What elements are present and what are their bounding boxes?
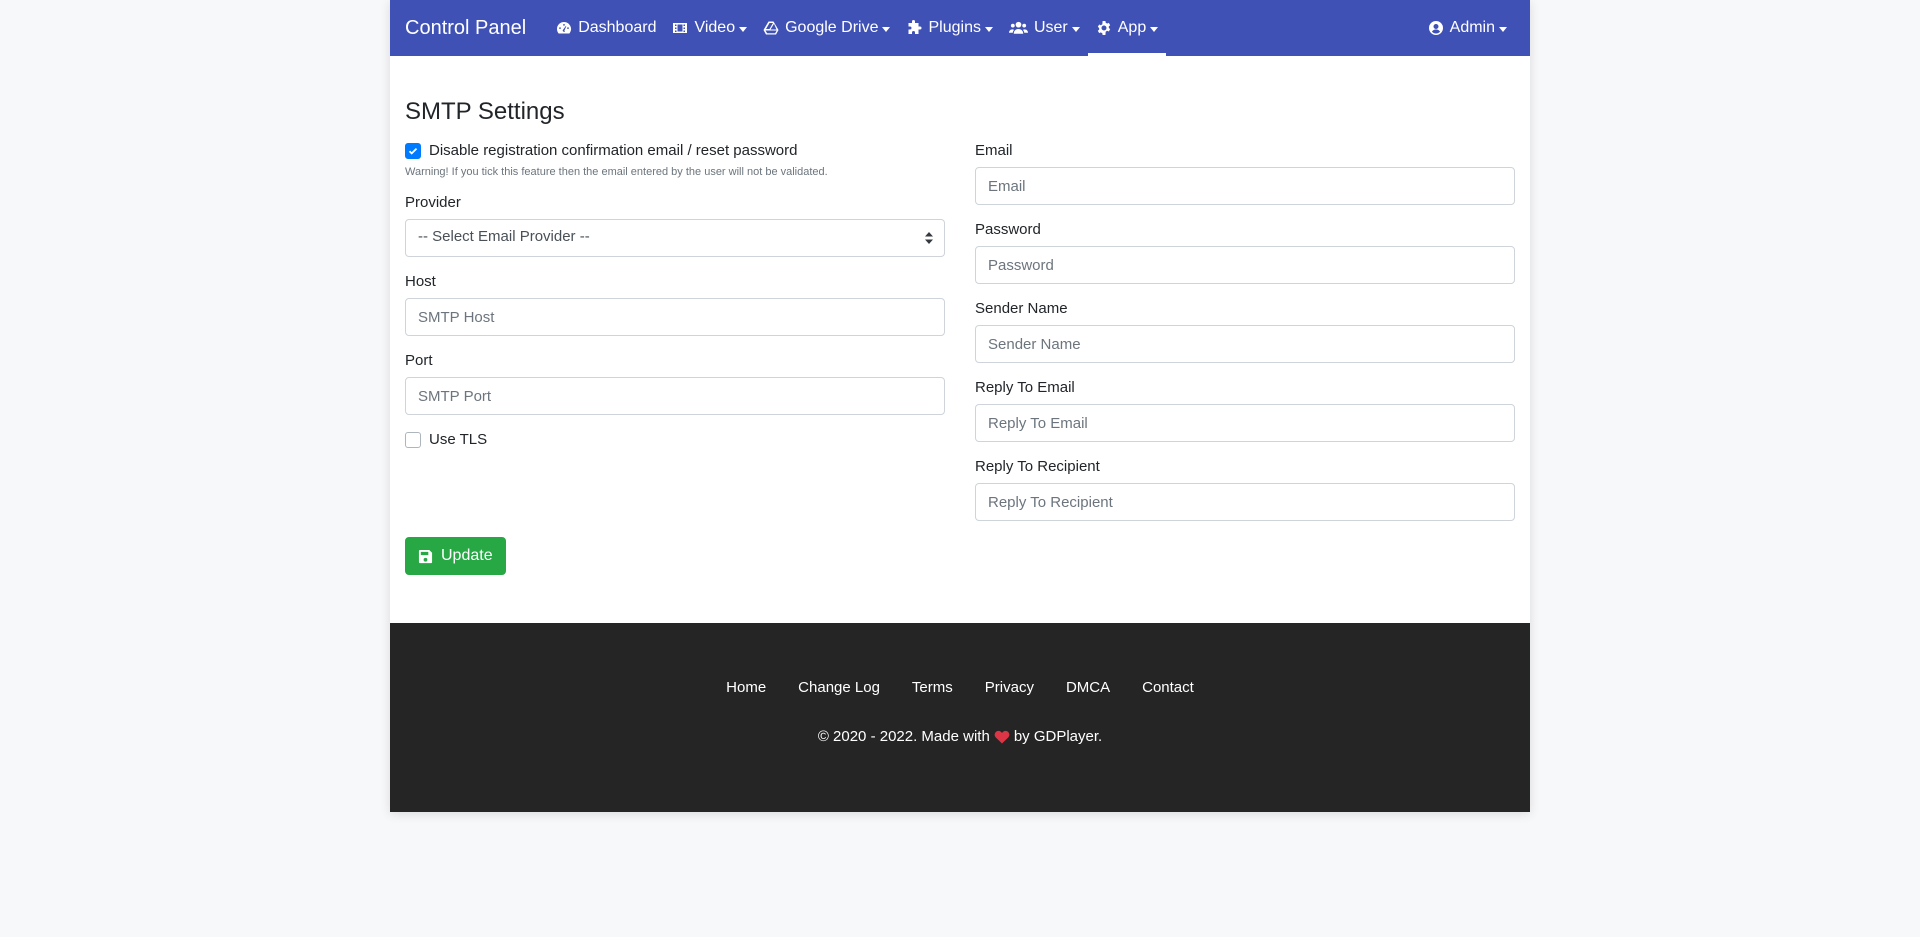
nav-item-plugins[interactable]: Plugins [898, 0, 1000, 56]
chevron-down-icon [1150, 26, 1159, 32]
password-group: Password [975, 221, 1515, 284]
nav-item-admin[interactable]: Admin [1420, 0, 1515, 56]
nav-item-user[interactable]: User [1001, 0, 1088, 56]
sender-name-field[interactable] [975, 325, 1515, 363]
footer-link-change-log[interactable]: Change Log [782, 679, 896, 696]
provider-select[interactable]: -- Select Email Provider -- [405, 219, 945, 257]
film-icon [673, 23, 688, 33]
reply-to-recipient-label: Reply To Recipient [975, 458, 1100, 475]
footer-link-dmca[interactable]: DMCA [1050, 679, 1126, 696]
nav-label-google-drive: Google Drive [785, 19, 879, 36]
copyright-prefix: © 2020 - 2022. Made with [817, 728, 990, 745]
chevron-down-icon [1499, 26, 1507, 32]
puzzle-icon [908, 20, 922, 34]
select-arrows-icon [925, 232, 933, 244]
nav-item-google-drive[interactable]: Google Drive [755, 0, 898, 56]
nav-label-user: User [1033, 19, 1068, 36]
checkbox-unchecked[interactable] [405, 431, 421, 448]
form-columns: Disable registration confirmation email … [405, 142, 1515, 521]
right-column: Email Password Sender Name Reply To Emai… [975, 142, 1515, 521]
nav-label-plugins: Plugins [928, 19, 981, 36]
email-group: Email [975, 142, 1515, 205]
port-label: Port [405, 352, 433, 369]
provider-label: Provider [405, 194, 461, 211]
host-group: Host [405, 273, 945, 336]
tachometer-icon [557, 22, 572, 34]
page-title: SMTP Settings [405, 98, 565, 125]
footer-link-terms[interactable]: Terms [896, 679, 969, 696]
use-tls-label: Use TLS [429, 431, 488, 448]
nav-item-video[interactable]: Video [664, 0, 755, 56]
main-container: Control Panel Dashboard Video Google Dri… [390, 0, 1530, 812]
password-field[interactable] [975, 246, 1515, 284]
gear-icon [1097, 21, 1110, 35]
heart-icon [994, 730, 1010, 743]
copyright: © 2020 - 2022. Made with by GDPlayer. [390, 728, 1530, 745]
host-input[interactable] [405, 298, 945, 336]
reply-to-email-label: Reply To Email [975, 379, 1075, 396]
chevron-down-icon [984, 26, 993, 32]
disable-confirmation-checkbox[interactable]: Disable registration confirmation email … [405, 142, 945, 159]
checkbox-checked[interactable] [405, 142, 421, 159]
warning-text: Warning! If you tick this feature then t… [405, 166, 828, 178]
checkmark-icon [408, 147, 418, 155]
host-label: Host [405, 273, 436, 290]
sender-name-group: Sender Name [975, 300, 1515, 363]
left-column: Disable registration confirmation email … [405, 142, 945, 521]
footer-link-home[interactable]: Home [710, 679, 782, 696]
email-label: Email [975, 142, 1013, 159]
password-label: Password [975, 221, 1041, 238]
nav-label-video: Video [694, 19, 736, 36]
user-circle-icon [1428, 21, 1443, 35]
copyright-suffix: by GDPlayer. [1013, 728, 1103, 745]
port-input[interactable] [405, 377, 945, 415]
reply-to-recipient-group: Reply To Recipient [975, 458, 1515, 521]
chevron-down-icon [739, 26, 748, 32]
nav-item-dashboard[interactable]: Dashboard [548, 0, 664, 56]
settings-content: SMTP Settings Disable registration confi… [390, 56, 1530, 623]
email-field[interactable] [975, 167, 1515, 205]
sender-name-label: Sender Name [975, 300, 1068, 317]
nav-item-app[interactable]: App [1087, 0, 1167, 56]
provider-selected-value: -- Select Email Provider -- [418, 228, 590, 245]
users-icon [1008, 21, 1028, 34]
brand-link[interactable]: Control Panel [405, 17, 526, 40]
footer-links: Home Change Log Terms Privacy DMCA Conta… [390, 679, 1530, 696]
top-navbar: Control Panel Dashboard Video Google Dri… [390, 0, 1530, 56]
save-icon [418, 549, 433, 563]
footer-link-contact[interactable]: Contact [1126, 679, 1210, 696]
disable-confirmation-label: Disable registration confirmation email … [429, 142, 798, 159]
reply-to-email-field[interactable] [975, 404, 1515, 442]
nav-label-admin: Admin [1449, 19, 1495, 36]
nav-label-app: App [1117, 19, 1147, 36]
reply-to-email-group: Reply To Email [975, 379, 1515, 442]
port-group: Port [405, 352, 945, 415]
page-footer: Home Change Log Terms Privacy DMCA Conta… [390, 623, 1530, 812]
nav-menu: Dashboard Video Google Drive Plugins Use… [548, 0, 1167, 56]
update-button[interactable]: Update [405, 537, 506, 575]
chevron-down-icon [882, 26, 891, 32]
nav-label-dashboard: Dashboard [578, 19, 657, 36]
google-drive-icon [763, 21, 779, 35]
update-button-label: Update [441, 547, 493, 564]
use-tls-checkbox[interactable]: Use TLS [405, 431, 945, 448]
reply-to-recipient-field[interactable] [975, 483, 1515, 521]
chevron-down-icon [1071, 26, 1080, 32]
footer-link-privacy[interactable]: Privacy [969, 679, 1050, 696]
provider-group: Provider -- Select Email Provider -- [405, 194, 945, 257]
